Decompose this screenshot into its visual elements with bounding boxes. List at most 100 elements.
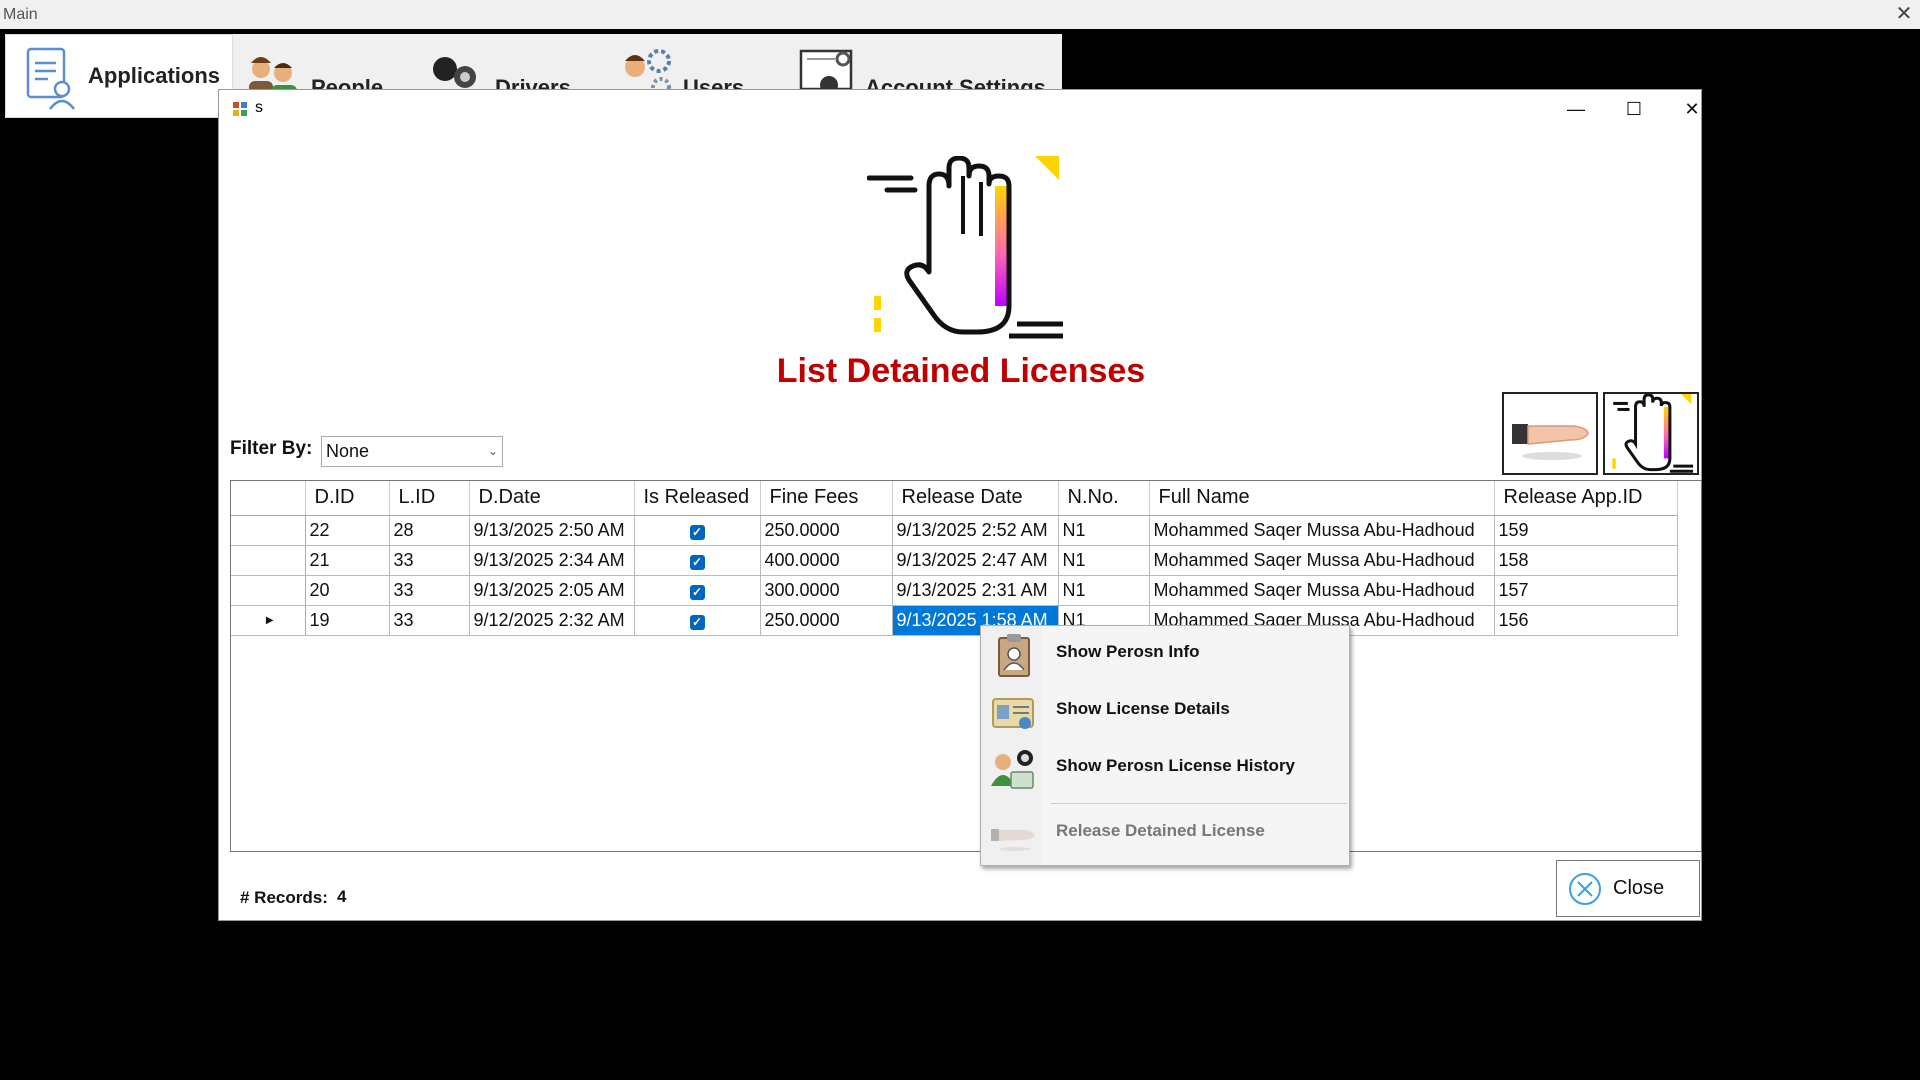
menu-item-show-person-info[interactable]: Show Perosn Info	[981, 627, 1349, 681]
cell-release-app-id[interactable]: 159	[1494, 515, 1678, 546]
cell-did[interactable]: 19	[305, 605, 390, 636]
applications-icon	[26, 47, 75, 110]
records-count: 4	[337, 887, 347, 906]
menu-item-release-detained-license[interactable]: Release Detained License	[981, 806, 1349, 860]
row-context-menu: Show Perosn Info Show License Details Sh…	[980, 625, 1350, 866]
close-circle-icon	[1569, 872, 1601, 905]
release-hand-icon	[1512, 424, 1589, 460]
main-close-icon[interactable]: ✕	[1894, 2, 1914, 26]
cell-nno[interactable]: N1	[1058, 515, 1150, 546]
cell-ddate[interactable]: 9/13/2025 2:05 AM	[469, 575, 635, 606]
column-header-ddate[interactable]: D.Date	[469, 481, 635, 516]
page-title: List Detained Licenses	[776, 352, 1146, 390]
checkbox-checked-icon[interactable]: ✓	[689, 554, 705, 570]
cell-is-released[interactable]: ✓	[634, 515, 761, 546]
cell-release-date[interactable]: 9/13/2025 2:31 AM	[892, 575, 1059, 606]
column-header-full-name[interactable]: Full Name	[1149, 481, 1495, 516]
row-header[interactable]	[231, 575, 306, 606]
cell-release-app-id[interactable]: 156	[1494, 605, 1678, 636]
person-card-icon	[998, 634, 1030, 677]
detained-licenses-grid[interactable]: D.ID L.ID D.Date Is Released Fine Fees R…	[230, 480, 1702, 852]
cell-ddate[interactable]: 9/13/2025 2:34 AM	[469, 545, 635, 576]
detained-hand-icon	[867, 156, 1063, 339]
menu-item-show-license-details[interactable]: Show License Details	[981, 684, 1349, 738]
filter-dropdown[interactable]: None ⌄	[321, 436, 503, 467]
menu-label-release-detained-license: Release Detained License	[1056, 821, 1265, 840]
cell-full-name[interactable]: Mohammed Saqer Mussa Abu-Hadhoud	[1149, 515, 1495, 546]
menu-label-show-license-history: Show Perosn License History	[1056, 756, 1296, 775]
close-button-label: Close	[1613, 877, 1665, 899]
detained-hand-small-icon	[1612, 393, 1694, 473]
cell-lid[interactable]: 33	[389, 605, 470, 636]
column-header-release-date[interactable]: Release Date	[892, 481, 1059, 516]
close-button[interactable]: Close	[1556, 860, 1700, 917]
table-row-current[interactable]: ▶ 19 33 9/12/2025 2:32 AM ✓ 250.0000 9/1…	[231, 605, 1678, 636]
column-header-did[interactable]: D.ID	[305, 481, 390, 516]
app-window-icon	[233, 102, 247, 116]
minimize-icon[interactable]: —	[1554, 94, 1598, 124]
menu-item-applications[interactable]: Applications	[5, 34, 233, 118]
cell-is-released[interactable]: ✓	[634, 545, 761, 576]
menu-label-applications: Applications	[88, 63, 221, 88]
cell-fine-fees[interactable]: 250.0000	[760, 605, 893, 636]
detain-license-button[interactable]	[1603, 392, 1699, 475]
checkbox-checked-icon[interactable]: ✓	[689, 614, 705, 630]
cell-lid[interactable]: 28	[389, 515, 470, 546]
row-header[interactable]	[231, 515, 306, 546]
table-row[interactable]: 22 28 9/13/2025 2:50 AM ✓ 250.0000 9/13/…	[231, 515, 1678, 546]
release-license-button[interactable]	[1502, 392, 1598, 475]
main-window-title: Main	[3, 6, 38, 23]
context-menu-separator	[1051, 803, 1347, 804]
cell-release-app-id[interactable]: 158	[1494, 545, 1678, 576]
filter-selected-value: None	[326, 441, 370, 461]
checkbox-checked-icon[interactable]: ✓	[689, 524, 705, 540]
column-header-is-released[interactable]: Is Released	[634, 481, 761, 516]
cell-is-released[interactable]: ✓	[634, 605, 761, 636]
cell-release-app-id[interactable]: 157	[1494, 575, 1678, 606]
cell-fine-fees[interactable]: 300.0000	[760, 575, 893, 606]
column-header-nno[interactable]: N.No.	[1058, 481, 1150, 516]
column-header-fine-fees[interactable]: Fine Fees	[760, 481, 893, 516]
cell-nno[interactable]: N1	[1058, 575, 1150, 606]
cell-fine-fees[interactable]: 250.0000	[760, 515, 893, 546]
grid-header-row: D.ID L.ID D.Date Is Released Fine Fees R…	[231, 481, 1678, 516]
cell-ddate[interactable]: 9/12/2025 2:32 AM	[469, 605, 635, 636]
filter-label: Filter By:	[230, 438, 313, 459]
cell-did[interactable]: 22	[305, 515, 390, 546]
row-header[interactable]	[231, 545, 306, 576]
cell-nno[interactable]: N1	[1058, 545, 1150, 576]
cell-ddate[interactable]: 9/13/2025 2:50 AM	[469, 515, 635, 546]
dialog-title-bar: s — ☐ ✕	[219, 90, 1701, 128]
checkbox-checked-icon[interactable]: ✓	[689, 584, 705, 600]
license-details-icon	[992, 698, 1034, 729]
cell-lid[interactable]: 33	[389, 545, 470, 576]
release-hand-icon	[991, 829, 1035, 851]
cell-full-name[interactable]: Mohammed Saqer Mussa Abu-Hadhoud	[1149, 545, 1495, 576]
column-header-lid[interactable]: L.ID	[389, 481, 470, 516]
cell-full-name[interactable]: Mohammed Saqer Mussa Abu-Hadhoud	[1149, 575, 1495, 606]
cell-release-date[interactable]: 9/13/2025 2:47 AM	[892, 545, 1059, 576]
menu-label-show-person-info: Show Perosn Info	[1056, 642, 1200, 661]
column-header-release-app-id[interactable]: Release App.ID	[1494, 481, 1678, 516]
cell-did[interactable]: 20	[305, 575, 390, 606]
cell-fine-fees[interactable]: 400.0000	[760, 545, 893, 576]
row-header-corner	[231, 481, 306, 516]
current-row-indicator-icon[interactable]: ▶	[231, 605, 306, 636]
chevron-down-icon: ⌄	[487, 444, 498, 458]
license-history-icon	[991, 750, 1034, 789]
dialog-title: s	[255, 99, 263, 116]
close-window-icon[interactable]: ✕	[1670, 94, 1714, 124]
maximize-icon[interactable]: ☐	[1612, 94, 1656, 124]
cell-release-date[interactable]: 9/13/2025 2:52 AM	[892, 515, 1059, 546]
menu-label-show-license-details: Show License Details	[1056, 699, 1230, 718]
table-row[interactable]: 20 33 9/13/2025 2:05 AM ✓ 300.0000 9/13/…	[231, 575, 1678, 606]
grid-table: D.ID L.ID D.Date Is Released Fine Fees R…	[231, 481, 1678, 636]
menu-item-show-license-history[interactable]: Show Perosn License History	[981, 741, 1349, 795]
detained-licenses-dialog: s — ☐ ✕ List Detained Licenses Filter By…	[218, 89, 1702, 921]
table-row[interactable]: 21 33 9/13/2025 2:34 AM ✓ 400.0000 9/13/…	[231, 545, 1678, 576]
cell-lid[interactable]: 33	[389, 575, 470, 606]
cell-did[interactable]: 21	[305, 545, 390, 576]
records-label: # Records:	[240, 888, 328, 907]
cell-is-released[interactable]: ✓	[634, 575, 761, 606]
main-title-bar: Main ✕	[0, 0, 1920, 29]
